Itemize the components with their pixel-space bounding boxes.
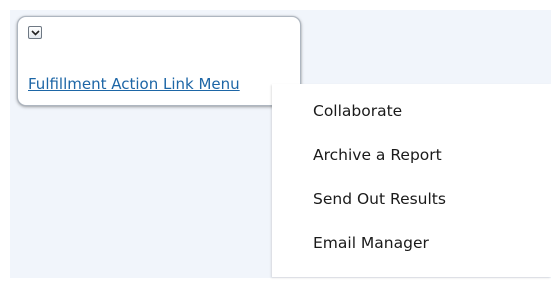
action-link-panel: Fulfillment Action Link Menu xyxy=(17,16,301,106)
menu-item-send-out-results[interactable]: Send Out Results xyxy=(313,190,446,208)
menu-item-email-manager[interactable]: Email Manager xyxy=(313,234,429,252)
action-menu-popup: Collaborate Archive a Report Send Out Re… xyxy=(272,84,551,277)
collapse-toggle-button[interactable] xyxy=(28,26,42,39)
menu-item-archive-report[interactable]: Archive a Report xyxy=(313,146,442,164)
action-link-menu-link[interactable]: Fulfillment Action Link Menu xyxy=(28,75,240,93)
chevron-down-icon xyxy=(30,29,40,36)
menu-item-collaborate[interactable]: Collaborate xyxy=(313,102,402,120)
